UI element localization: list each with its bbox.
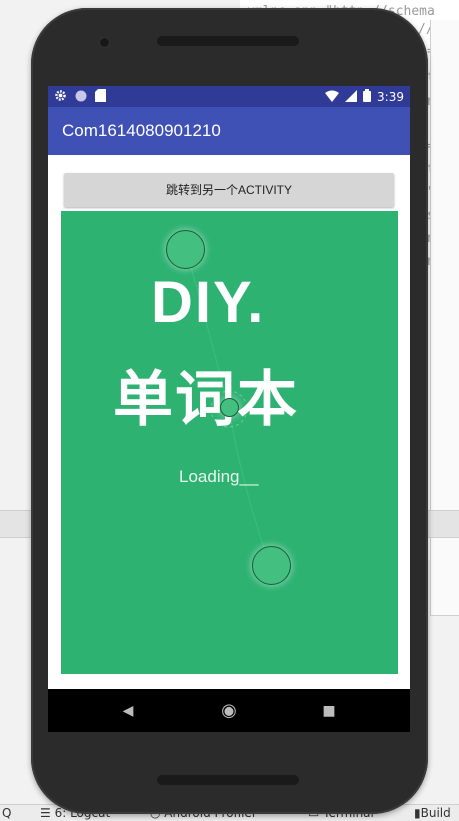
home-button[interactable]: ◉	[199, 689, 259, 732]
bottom-speaker	[157, 775, 299, 785]
status-bar: 3:39	[48, 86, 410, 107]
recents-button[interactable]: ■	[299, 689, 359, 732]
device-screen: 3:39 Com1614080901210 跳转到另一个ACTIVITY DIY…	[48, 86, 410, 732]
clock: 3:39	[377, 90, 404, 104]
floating-bubble	[220, 398, 239, 417]
app-title: Com1614080901210	[62, 121, 221, 140]
signal-icon	[345, 89, 358, 105]
settings-icon	[54, 89, 67, 105]
floating-bubble	[252, 546, 291, 585]
loading-text: Loading__	[179, 467, 259, 486]
top-speaker	[157, 36, 299, 46]
front-camera	[100, 38, 109, 47]
sd-card-icon	[95, 89, 106, 105]
battery-icon	[363, 89, 372, 105]
tool-window-tab[interactable]: Q	[2, 806, 11, 820]
logcat-icon: ☰	[40, 806, 55, 820]
app-bar: Com1614080901210	[48, 107, 410, 155]
back-button[interactable]: ◀	[98, 689, 158, 732]
splash-image: DIY. 单词本 Loading__	[61, 211, 398, 674]
emulator-phone-frame: 3:39 Com1614080901210 跳转到另一个ACTIVITY DIY…	[31, 8, 428, 814]
splash-title-diy: DIY.	[151, 270, 266, 335]
wifi-icon	[325, 90, 340, 105]
circle-notification-icon	[75, 90, 87, 105]
splash-title-wordbook: 单词本	[113, 365, 299, 435]
home-icon: ◉	[221, 700, 237, 721]
jump-to-activity-button[interactable]: 跳转到另一个ACTIVITY	[64, 173, 394, 207]
floating-bubble	[166, 230, 205, 269]
back-icon: ◀	[122, 702, 134, 719]
recents-icon: ■	[322, 702, 336, 719]
build-icon: ▮	[414, 806, 421, 820]
tool-window-tab-build[interactable]: ▮Build	[414, 806, 451, 820]
navigation-bar: ◀ ◉ ■	[48, 689, 410, 732]
main-content: 跳转到另一个ACTIVITY DIY. 单词本 Loading__	[48, 155, 410, 689]
